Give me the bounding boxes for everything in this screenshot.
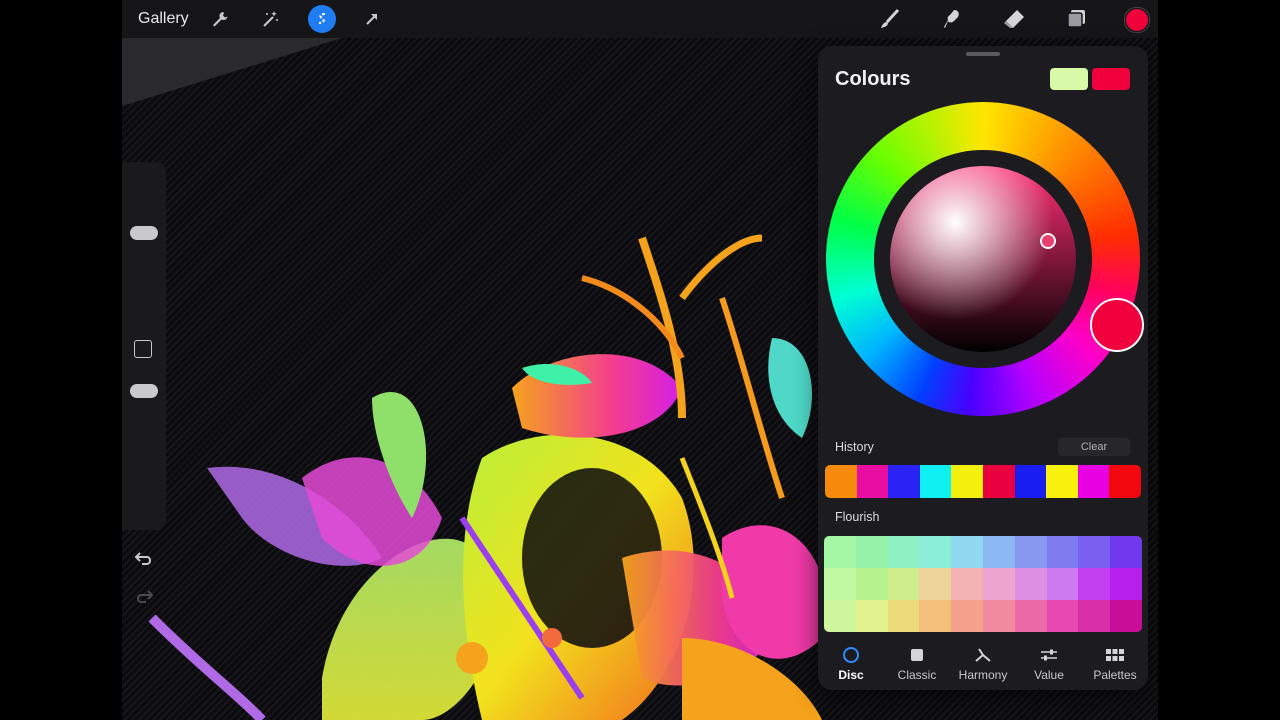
clear-history-button[interactable]: Clear xyxy=(1058,438,1130,456)
history-label: History xyxy=(835,440,874,454)
opacity-slider[interactable] xyxy=(130,384,158,398)
palette-name: Flourish xyxy=(835,510,880,524)
palette-swatch[interactable] xyxy=(1078,536,1111,568)
palette-swatch[interactable] xyxy=(1110,536,1142,568)
colours-panel: Colours History Clear Flourish Disc Clas… xyxy=(818,46,1148,690)
palette-swatch[interactable] xyxy=(1014,600,1047,632)
panel-title: Colours xyxy=(835,68,911,90)
eraser-icon[interactable] xyxy=(1002,7,1026,31)
palette-swatch[interactable] xyxy=(919,568,952,600)
brightness-picker-knob[interactable] xyxy=(1040,233,1056,249)
brush-size-slider[interactable] xyxy=(130,226,158,240)
palette-swatch[interactable] xyxy=(887,600,920,632)
palette-swatch[interactable] xyxy=(982,568,1015,600)
colour-mode-tabs: Disc Classic Harmony Value Palettes xyxy=(818,644,1148,686)
gallery-button[interactable]: Gallery xyxy=(138,10,189,28)
history-swatch[interactable] xyxy=(982,465,1015,498)
selection-icon[interactable] xyxy=(308,5,336,33)
colour-dot[interactable] xyxy=(1124,7,1150,33)
palette-swatch[interactable] xyxy=(951,536,983,568)
history-swatch[interactable] xyxy=(1109,465,1141,498)
palette-swatch[interactable] xyxy=(951,568,983,600)
layers-icon[interactable] xyxy=(1064,7,1088,31)
current-colour-swatch[interactable] xyxy=(1092,68,1130,90)
history-swatch[interactable] xyxy=(1014,465,1047,498)
history-swatch[interactable] xyxy=(856,465,889,498)
harmony-icon xyxy=(973,646,993,664)
history-swatch[interactable] xyxy=(1046,465,1078,498)
palette-swatch[interactable] xyxy=(1014,568,1047,600)
palette-swatch[interactable] xyxy=(951,600,983,632)
palette-swatch[interactable] xyxy=(1046,536,1079,568)
palette-swatch[interactable] xyxy=(1046,600,1079,632)
modify-button[interactable] xyxy=(134,340,152,358)
palette-swatch[interactable] xyxy=(855,536,888,568)
redo-icon[interactable] xyxy=(134,588,154,609)
tab-harmony[interactable]: Harmony xyxy=(950,644,1016,686)
palette-swatch[interactable] xyxy=(1110,600,1142,632)
history-swatch[interactable] xyxy=(1077,465,1110,498)
colour-disc[interactable] xyxy=(826,102,1144,416)
palette-swatch[interactable] xyxy=(824,536,856,568)
panel-grabber[interactable] xyxy=(966,52,1000,56)
smudge-icon[interactable] xyxy=(940,7,964,31)
palette-swatch[interactable] xyxy=(919,600,952,632)
history-swatch[interactable] xyxy=(888,465,920,498)
palette-swatch[interactable] xyxy=(919,536,952,568)
palette-swatch[interactable] xyxy=(855,600,888,632)
palette-swatch[interactable] xyxy=(1078,568,1111,600)
brush-icon[interactable] xyxy=(878,7,902,31)
palette-swatch[interactable] xyxy=(855,568,888,600)
history-swatch[interactable] xyxy=(919,465,952,498)
active-colour-swatch xyxy=(1126,9,1148,31)
palette-swatch[interactable] xyxy=(1110,568,1142,600)
saturation-brightness-disc[interactable] xyxy=(890,166,1076,352)
palette-swatch[interactable] xyxy=(887,568,920,600)
classic-square-icon xyxy=(907,646,927,664)
palette-swatch[interactable] xyxy=(824,600,856,632)
history-swatch[interactable] xyxy=(825,465,857,498)
top-toolbar: Gallery xyxy=(122,0,1158,38)
palette-swatch[interactable] xyxy=(887,536,920,568)
value-sliders-icon xyxy=(1039,646,1059,664)
palette-swatch[interactable] xyxy=(1046,568,1079,600)
previous-colour-swatch[interactable] xyxy=(1050,68,1088,90)
tab-value[interactable]: Value xyxy=(1016,644,1082,686)
disc-icon xyxy=(841,646,861,664)
wrench-icon[interactable] xyxy=(208,7,232,31)
history-swatches xyxy=(825,465,1141,498)
tab-disc[interactable]: Disc xyxy=(818,644,884,686)
palette-swatch[interactable] xyxy=(1078,600,1111,632)
undo-icon[interactable] xyxy=(134,550,154,571)
procreate-screen: Gallery Colours History Clear Flourish D… xyxy=(122,0,1158,720)
magic-wand-icon[interactable] xyxy=(258,7,282,31)
palettes-grid-icon xyxy=(1105,646,1125,664)
palette-swatch[interactable] xyxy=(982,600,1015,632)
palette-swatch[interactable] xyxy=(824,568,856,600)
palette-swatch[interactable] xyxy=(1014,536,1047,568)
palette-swatch[interactable] xyxy=(982,536,1015,568)
history-swatch[interactable] xyxy=(951,465,983,498)
hue-picker-knob[interactable] xyxy=(1090,298,1144,352)
palette-grid xyxy=(824,536,1142,632)
transform-arrow-icon[interactable] xyxy=(360,7,384,31)
tab-palettes[interactable]: Palettes xyxy=(1082,644,1148,686)
brush-sidebar xyxy=(122,162,166,603)
tab-classic[interactable]: Classic xyxy=(884,644,950,686)
